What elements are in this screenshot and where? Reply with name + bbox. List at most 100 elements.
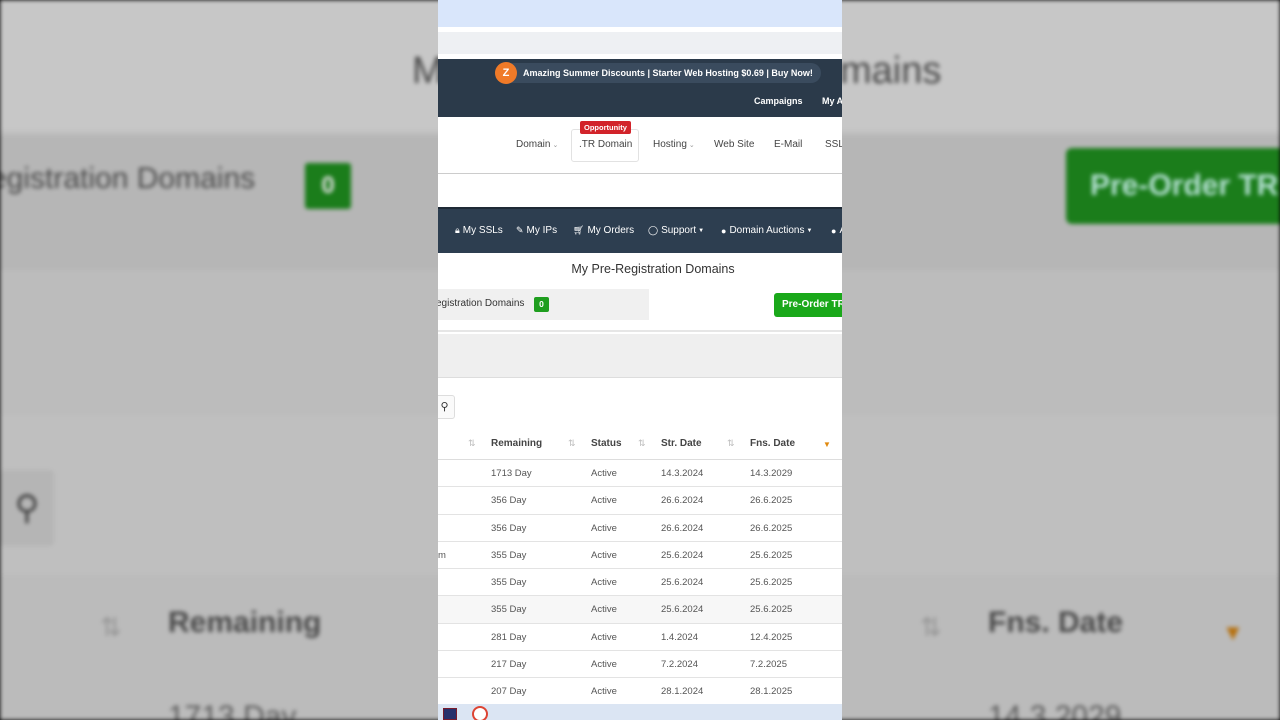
- cell-finish-date: 26.6.2025: [750, 495, 793, 507]
- cell-remaining: 355 Day: [491, 577, 527, 589]
- caret-down-icon: ▼: [806, 227, 813, 234]
- table-row[interactable]: 207 Day Active 28.1.2024 28.1.2025: [438, 678, 842, 706]
- table-row[interactable]: 355 Day Active 25.6.2024 25.6.2025: [438, 596, 842, 624]
- cell-finish-date: 7.2.2025: [750, 659, 787, 671]
- browser-viewport: Z Amazing Summer Discounts | Starter Web…: [438, 0, 842, 720]
- cell-start-date: 7.2.2024: [661, 659, 698, 671]
- cell-status: Active: [591, 604, 617, 616]
- cart-icon: 🛒︎: [573, 225, 585, 235]
- cell-finish-date: 25.6.2025: [750, 549, 793, 561]
- app-icon[interactable]: [443, 708, 457, 720]
- cell-domain-fragment: m: [438, 549, 446, 561]
- browser-toolbar: [438, 0, 842, 27]
- cell-status: Active: [591, 659, 617, 671]
- account-bar: Campaigns My A: [438, 87, 842, 117]
- table-row[interactable]: 356 Day Active 26.6.2024 26.6.2025: [438, 515, 842, 542]
- search-button[interactable]: ⚲: [438, 395, 455, 419]
- main-nav: Domain ⌄ Opportunity .TR Domain Hosting ⌄ …: [438, 117, 842, 173]
- cell-remaining: 207 Day: [491, 686, 527, 698]
- nav-my-ips-label: My IPs: [526, 225, 558, 236]
- page-title: My Pre-Registration Domains: [571, 262, 735, 276]
- cell-finish-date: 25.6.2025: [750, 604, 793, 616]
- preorder-button[interactable]: Pre-Order TR: [774, 293, 842, 317]
- col-remaining[interactable]: Remaining: [491, 438, 542, 449]
- table-body: 1713 Day Active 14.3.2024 14.3.2029 356 Day A…: [438, 460, 842, 706]
- nav-hosting[interactable]: Hosting ⌄: [653, 139, 695, 150]
- cell-status: Active: [591, 549, 617, 561]
- cell-finish-date: 26.6.2025: [750, 522, 793, 534]
- cell-remaining: 1713 Day: [491, 468, 532, 479]
- col-finish-date[interactable]: Fns. Date: [750, 438, 795, 449]
- chevron-down-icon: ⌄: [688, 142, 695, 149]
- taskbar: [438, 704, 842, 720]
- panel-nav: 🔒︎ My SSLs ✎ My IPs 🛒︎ My Orders ◯ Support ▼ …: [438, 207, 842, 253]
- table-header: ⇅ Remaining ⇅ Status ⇅ Str. Date ⇅ Fns. …: [438, 430, 842, 460]
- nav-domain[interactable]: Domain ⌄: [516, 139, 558, 150]
- nav-email[interactable]: E-Mail: [774, 139, 802, 150]
- cell-finish-date: 28.1.2025: [750, 686, 793, 698]
- col-status[interactable]: Status: [591, 438, 622, 449]
- table-row[interactable]: m 355 Day Active 25.6.2024 25.6.2025: [438, 542, 842, 570]
- promo-pill[interactable]: Z Amazing Summer Discounts | Starter Web…: [495, 62, 821, 84]
- cell-start-date: 1.4.2024: [661, 631, 698, 643]
- col-start-date[interactable]: Str. Date: [661, 438, 702, 449]
- cell-status: Active: [591, 495, 617, 507]
- cell-status: Active: [591, 522, 617, 534]
- nav-my-ips[interactable]: ✎ My IPs: [516, 225, 557, 236]
- nav-website[interactable]: Web Site: [714, 139, 754, 150]
- promo-banner[interactable]: Z Amazing Summer Discounts | Starter Web…: [438, 59, 842, 87]
- user-icon: ●: [721, 225, 727, 236]
- cell-status: Active: [591, 631, 617, 643]
- cell-start-date: 25.6.2024: [661, 604, 704, 616]
- brand-logo-icon: Z: [495, 62, 517, 84]
- sort-icon[interactable]: ⇅: [638, 438, 646, 449]
- nav-my-ssls[interactable]: 🔒︎ My SSLs: [455, 225, 503, 236]
- cell-remaining: 356 Day: [491, 522, 527, 534]
- my-account-link[interactable]: My A: [822, 96, 842, 106]
- lock-icon: 🔒︎: [455, 225, 460, 235]
- campaigns-link[interactable]: Campaigns: [754, 96, 803, 106]
- nav-divider: [438, 173, 842, 207]
- table-row[interactable]: 281 Day Active 1.4.2024 12.4.2025: [438, 624, 842, 652]
- cell-status: Active: [591, 468, 617, 479]
- edit-icon: ✎: [516, 225, 524, 235]
- lifebuoy-icon: ◯: [648, 225, 659, 235]
- count-box: egistration Domains 0: [438, 289, 649, 320]
- filter-band: [438, 334, 842, 378]
- nav-more[interactable]: ●A: [831, 225, 842, 236]
- nav-hosting-label: Hosting: [653, 139, 687, 150]
- cell-start-date: 25.6.2024: [661, 549, 704, 561]
- cell-remaining: 356 Day: [491, 495, 527, 507]
- cell-start-date: 26.6.2024: [661, 495, 704, 507]
- count-badge: 0: [534, 297, 549, 312]
- cell-remaining: 355 Day: [491, 604, 527, 616]
- count-label: egistration Domains: [438, 298, 525, 309]
- nav-my-ssls-label: My SSLs: [462, 225, 503, 236]
- nav-domain-auctions-label: Domain Auctions: [729, 225, 805, 236]
- table-row[interactable]: 355 Day Active 25.6.2024 25.6.2025: [438, 569, 842, 597]
- sort-desc-icon[interactable]: ▼: [823, 440, 831, 449]
- sort-icon[interactable]: ⇅: [468, 438, 476, 449]
- table-row[interactable]: 1713 Day Active 14.3.2024 14.3.2029: [438, 460, 842, 488]
- cell-finish-date: 12.4.2025: [750, 631, 793, 643]
- promo-text[interactable]: Amazing Summer Discounts | Starter Web H…: [523, 68, 813, 78]
- nav-my-orders[interactable]: 🛒︎ My Orders: [573, 225, 634, 236]
- cell-finish-date: 25.6.2025: [750, 577, 793, 589]
- cell-start-date: 28.1.2024: [661, 686, 704, 698]
- browser-icon[interactable]: [472, 706, 488, 720]
- table-row[interactable]: 217 Day Active 7.2.2024 7.2.2025: [438, 651, 842, 679]
- table-row[interactable]: 356 Day Active 26.6.2024 26.6.2025: [438, 487, 842, 515]
- cell-start-date: 26.6.2024: [661, 522, 704, 534]
- chevron-down-icon: ⌄: [552, 142, 559, 149]
- cell-start-date: 25.6.2024: [661, 577, 704, 589]
- nav-more-label: A: [839, 225, 842, 236]
- sort-icon[interactable]: ⇅: [568, 438, 576, 449]
- sort-icon[interactable]: ⇅: [727, 438, 735, 449]
- nav-domain-auctions[interactable]: ● Domain Auctions ▼: [721, 225, 812, 236]
- nav-support[interactable]: ◯ Support ▼: [648, 225, 704, 236]
- address-bar[interactable]: [438, 32, 842, 54]
- nav-tr-domain[interactable]: .TR Domain: [579, 139, 632, 150]
- cell-finish-date: 14.3.2029: [750, 468, 793, 479]
- search-icon: ⚲: [440, 401, 449, 413]
- nav-ssl[interactable]: SSL: [825, 139, 842, 150]
